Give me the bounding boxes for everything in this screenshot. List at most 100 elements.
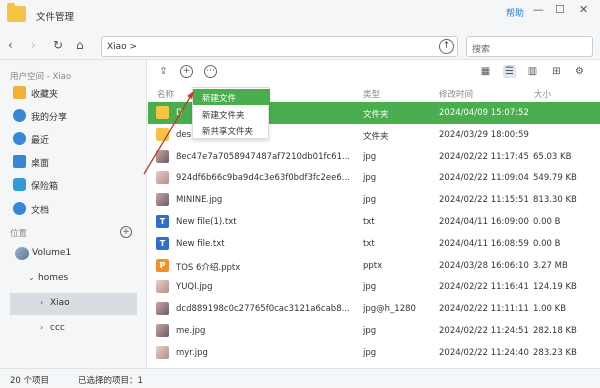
sidebar-item-safe[interactable]: 保险箱 [0,175,147,195]
tree-label: ccc [50,323,65,333]
file-modified: 2024/02/22 11:17:45 [439,151,529,162]
add-icon[interactable]: + [180,65,193,78]
chevron-right-icon[interactable]: › [40,298,43,307]
desktop-icon [13,155,26,168]
tree-label: homes [38,273,69,283]
menu-item-new-shared-folder[interactable]: 新共享文件夹 [193,122,270,138]
file-name: myr.jpg [176,347,208,358]
home-icon[interactable]: ⌂ [76,37,84,53]
tree-item-xiao[interactable]: › Xiao [10,293,137,315]
upload-icon[interactable]: ⇪ [157,65,170,78]
column-type[interactable]: 类型 [363,88,380,100]
chevron-down-icon[interactable]: ⌄ [28,273,35,282]
forward-icon[interactable]: › [31,37,36,53]
file-type: txt [363,217,375,227]
grid-view-icon[interactable]: ▦ [479,65,492,78]
file-modified: 2024/04/11 16:08:59 [439,238,529,249]
table-row[interactable]: P TOS 6介绍.pptx pptx 2024/03/28 16:06:10 3.27… [148,255,600,277]
table-row[interactable]: myr.jpg jpg 2024/02/22 11:24:40 283.23 KB [148,342,600,364]
help-link[interactable]: 帮助 [506,6,524,19]
tree-item-homes[interactable]: ⌄ homes [10,268,137,290]
file-size: 0.00 B [533,217,561,227]
file-name: MININE.jpg [176,195,223,206]
file-size: 0.00 B [533,238,561,249]
file-size: 1.00 KB [533,304,567,315]
sidebar-item-recent[interactable]: 最近 [0,129,147,149]
add-location-icon[interactable]: + [120,226,132,238]
file-name: dcd889198c0c27765f0cac3121a6cab8... [176,304,350,315]
image-icon [156,345,169,359]
sidebar-item-label: 最近 [31,136,50,146]
sidebar-item-documents[interactable]: 文档 [0,199,147,219]
table-row[interactable]: dcd889198c0c27765f0cac3121a6cab8... jpg@h… [148,298,600,320]
share-icon [13,109,26,122]
status-bar: 20 个项目 已选择的项目：1 [0,368,600,388]
file-name: New file.txt [176,238,225,249]
table-row[interactable]: T New file.txt txt 2024/04/11 16:08:59 0.00 … [148,233,600,255]
file-toolbar: ⇪ + ⋯ ▦ ☰ ▥ ⊞ ⚙ [148,60,600,84]
annotation-arrow [143,91,194,175]
maximize-button[interactable]: ☐ [555,4,565,16]
file-type: 文件夹 [363,110,389,120]
column-size[interactable]: 大小 [534,88,551,100]
new-window-icon[interactable]: ⊞ [550,65,563,78]
minimize-button[interactable]: — [533,4,544,16]
path-bar[interactable]: Xiao > ↑ [101,36,458,57]
menu-item-label: 新建文件 [202,94,237,104]
upload-icon[interactable]: ↑ [439,39,454,54]
menu-item-label: 新建文件夹 [202,110,245,121]
file-name: me.jpg [176,326,206,336]
menu-item-label: 新共享文件夹 [202,127,254,137]
file-type: 文件夹 [363,131,389,142]
image-icon [156,280,169,294]
file-name: TOS 6介绍.pptx [176,262,241,273]
tree-item-ccc[interactable]: › ccc [10,318,137,340]
sidebar-item-label: 保险箱 [31,182,59,192]
text-file-icon: T [156,236,169,250]
sidebar-item-my-share[interactable]: 我的分享 [0,106,147,126]
file-modified: 2024/02/22 11:15:51 [439,195,529,206]
table-row[interactable]: MININE.jpg jpg 2024/02/22 11:15:51 813.30 K… [148,189,600,211]
chevron-right-icon[interactable]: › [40,323,43,332]
tree-item-volume1[interactable]: Volume1 [10,243,137,265]
image-icon [156,193,169,207]
sidebar-item-desktop[interactable]: 桌面 [0,152,147,172]
menu-item-new-folder[interactable]: 新建文件夹 [193,106,270,122]
search-input[interactable]: 搜索 [466,36,593,57]
file-modified: 2024/04/09 15:07:52 [439,108,529,118]
file-type: jpg [363,347,377,358]
file-modified: 2024/02/22 11:16:41 [439,282,529,293]
clock-icon [13,132,26,145]
star-icon [13,86,26,99]
item-count: 20 个项目 [10,376,50,386]
file-type: pptx [363,260,383,271]
file-modified: 2024/02/22 11:24:51 [439,326,529,336]
gear-icon[interactable]: ⚙ [573,65,586,78]
menu-item-new-file[interactable]: 新建文件 [193,89,270,105]
table-row[interactable]: 8ec47e7a7058947487af7210db01fc61... jpg 20… [148,146,600,168]
user-space-heading: 用户空间 - Xiao [10,72,72,82]
more-icon[interactable]: ⋯ [204,65,217,78]
file-size: 65.03 KB [533,151,572,162]
column-modified[interactable]: 修改时间 [439,88,473,100]
close-button[interactable]: ✕ [579,4,588,16]
table-row[interactable]: YUQI.jpg jpg 2024/02/22 11:16:41 124.19 KB [148,276,600,298]
column-view-icon[interactable]: ▥ [526,65,539,78]
file-name: YUQI.jpg [176,282,213,293]
refresh-icon[interactable]: ↻ [53,37,63,53]
file-type: jpg [363,282,377,293]
app-title: 文件管理 [36,12,75,23]
file-type: jpg [363,195,377,206]
back-icon[interactable]: ‹ [8,37,13,53]
file-size: 3.27 MB [533,260,568,271]
sidebar-item-label: 桌面 [31,159,50,169]
image-icon [156,324,169,337]
list-view-icon[interactable]: ☰ [503,65,516,78]
table-row[interactable]: 924df6b66c9ba9d4c3e63f0bdf3fc2ee6... jpg 2… [148,167,600,189]
selected-count: 已选择的项目：1 [78,376,143,386]
sidebar-item-label: 我的分享 [31,113,68,123]
sidebar-item-favorites[interactable]: 收藏夹 [0,83,147,103]
file-type: jpg [363,173,377,184]
table-row[interactable]: me.jpg jpg 2024/02/22 11:24:51 282.18 KB [148,320,600,342]
table-row[interactable]: T New file(1).txt txt 2024/04/11 16:09:00 0.… [148,211,600,233]
